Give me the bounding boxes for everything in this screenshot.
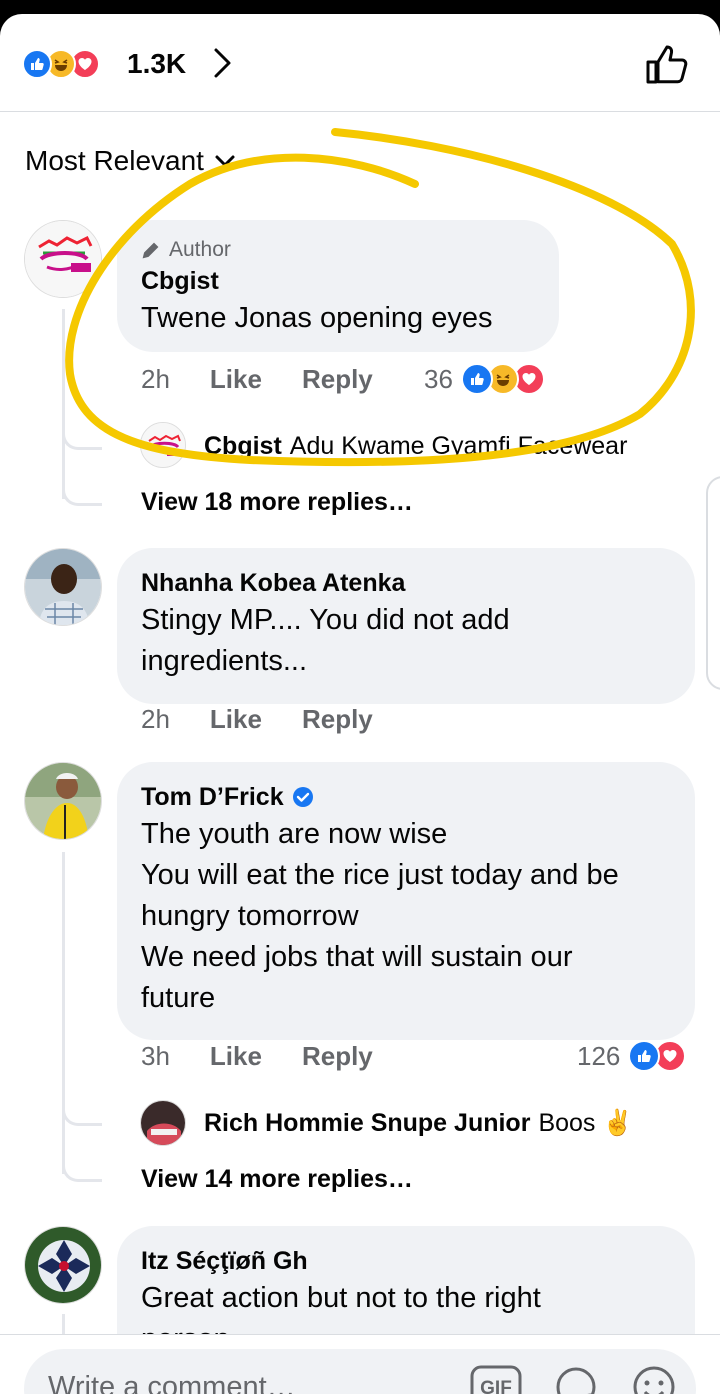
comment-bubble[interactable]: Author Cbgist Twene Jonas opening eyes [117, 220, 559, 352]
comment-composer: Write a comment… GIF [0, 1334, 720, 1394]
comment-author-name[interactable]: Itz Séçţïøñ Gh [141, 1244, 671, 1278]
reply-author-name[interactable]: Rich Hommie Snupe Junior [204, 1109, 530, 1138]
comment-text: The youth are now wise You will eat the … [141, 818, 619, 1014]
reply-avatar[interactable] [140, 422, 186, 468]
gif-icon[interactable]: GIF [470, 1365, 522, 1394]
comment-actions: 2h Like Reply [141, 364, 413, 395]
reply-preview[interactable]: Cbgist Adu Kwame Gyamfi Facewear [204, 432, 627, 461]
chevron-down-icon [215, 155, 235, 168]
like-post-thumb-icon[interactable] [644, 42, 692, 91]
floating-side-tab[interactable] [706, 476, 720, 690]
avatar[interactable] [24, 762, 102, 840]
view-more-replies-button[interactable]: View 14 more replies… [141, 1165, 413, 1194]
sort-label: Most Relevant [25, 145, 204, 176]
reply-button[interactable]: Reply [302, 1041, 373, 1072]
reply-preview[interactable]: Rich Hommie Snupe Junior Boos ✌ [204, 1109, 634, 1138]
thread-elbow [62, 1156, 102, 1182]
reply-button[interactable]: Reply [302, 364, 373, 395]
author-badge: Author [141, 238, 535, 262]
like-button[interactable]: Like [210, 364, 262, 395]
comment-text: Stingy MP.... You did not add ingredient… [141, 604, 510, 677]
comment-actions: 2h Like Reply [141, 704, 413, 735]
thread-line [62, 852, 65, 1174]
comment-reactions[interactable]: 36 [424, 363, 545, 395]
reply-text: Boos ✌ [538, 1109, 634, 1137]
comment-text: Twene Jonas opening eyes [141, 302, 493, 334]
reactions-count[interactable]: 1.3K [127, 47, 186, 81]
comment-time[interactable]: 3h [141, 1041, 170, 1072]
reply-avatar[interactable] [140, 1100, 186, 1146]
like-button[interactable]: Like [210, 1041, 262, 1072]
comment-bubble[interactable]: Tom D’Frick The youth are now wise You w… [117, 762, 695, 1040]
emoji-icon[interactable] [632, 1365, 676, 1394]
pencil-icon [142, 242, 159, 259]
thread-elbow [62, 480, 102, 506]
thread-line [62, 309, 65, 499]
thread-elbow [62, 424, 102, 450]
reply-text: Adu Kwame Gyamfi Facewear [289, 432, 628, 460]
like-icon [22, 49, 52, 79]
verified-badge-icon [292, 787, 313, 807]
comment-author-label: Tom D’Frick [141, 783, 284, 811]
comment-actions: 3h Like Reply [141, 1041, 413, 1072]
thread-elbow [62, 1100, 102, 1126]
sticker-icon[interactable] [552, 1365, 600, 1394]
like-button[interactable]: Like [210, 704, 262, 735]
comment-author-name[interactable]: Tom D’Frick [141, 780, 671, 814]
author-badge-label: Author [169, 238, 231, 261]
comment-author-name[interactable]: Nhanha Kobea Atenka [141, 566, 671, 600]
comment-bubble[interactable]: Nhanha Kobea Atenka Stingy MP.... You di… [117, 548, 695, 704]
comment-author-name[interactable]: Cbgist [141, 264, 535, 298]
comments-sheet: 1.3K Most Relevant Author Cbgist Twene J… [0, 14, 720, 1394]
view-more-replies-button[interactable]: View 18 more replies… [141, 488, 413, 517]
reactions-summary[interactable] [22, 47, 100, 81]
reaction-count: 126 [577, 1040, 621, 1071]
comment-reactions[interactable]: 126 [577, 1040, 687, 1072]
comment-input-placeholder: Write a comment… [48, 1371, 296, 1394]
like-icon [460, 363, 493, 395]
comment-time[interactable]: 2h [141, 364, 170, 395]
like-icon [628, 1040, 661, 1072]
avatar[interactable] [24, 1226, 102, 1304]
avatar[interactable] [24, 548, 102, 626]
chevron-right-icon[interactable] [210, 46, 234, 85]
reply-author-name[interactable]: Cbgist [204, 432, 282, 461]
avatar[interactable] [24, 220, 102, 298]
reaction-count: 36 [424, 363, 453, 394]
gif-label: GIF [480, 1378, 512, 1394]
reply-button[interactable]: Reply [302, 704, 373, 735]
reactions-header: 1.3K [0, 14, 720, 112]
comment-input[interactable]: Write a comment… GIF [24, 1349, 696, 1394]
comment-time[interactable]: 2h [141, 704, 170, 735]
sort-dropdown[interactable]: Most Relevant [25, 144, 236, 178]
